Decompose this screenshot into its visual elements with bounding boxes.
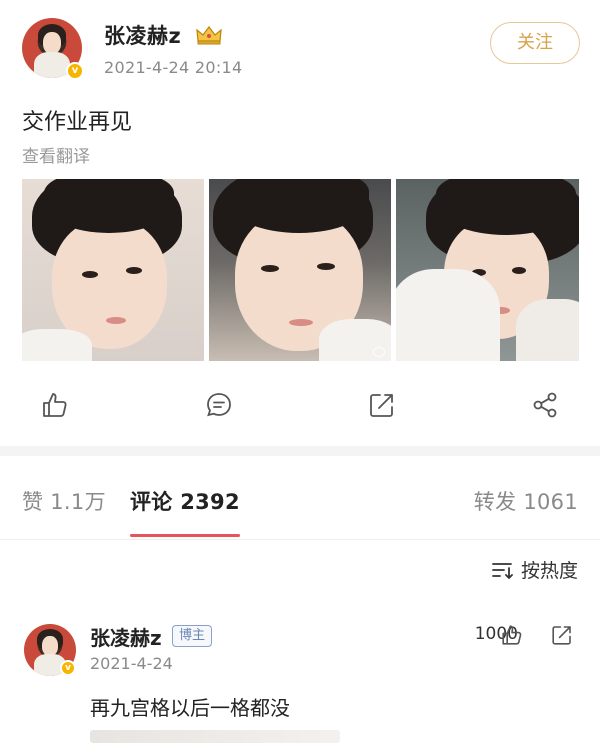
author-tag-badge: 博主 xyxy=(172,625,213,647)
share-icon[interactable] xyxy=(530,390,560,420)
comment-date: 2021-4-24 xyxy=(90,654,173,673)
tabs-divider xyxy=(0,539,600,540)
post-author-name[interactable]: 张凌赫z xyxy=(104,20,181,50)
tab-reposts[interactable]: 转发 1061 xyxy=(474,486,578,516)
post-photo-2[interactable] xyxy=(209,179,391,361)
sort-label: 按热度 xyxy=(520,560,578,582)
comment-text: 再九宫格以后一格都没 xyxy=(90,696,290,720)
sort-icon xyxy=(492,562,513,579)
sort-control[interactable]: 按热度 xyxy=(491,556,578,582)
post-photo-3[interactable] xyxy=(396,179,579,361)
interaction-tabs: 赞 1.1万 评论 2392 转发 1061 xyxy=(0,470,600,540)
watermark-icon xyxy=(373,347,385,357)
tab-comments[interactable]: 评论 2392 xyxy=(130,486,240,516)
comment-repost-icon[interactable] xyxy=(550,623,574,647)
comment-image-preview[interactable] xyxy=(90,730,340,743)
comment-like-icon[interactable] xyxy=(500,623,524,647)
post-timestamp: 2021-4-24 20:14 xyxy=(104,58,243,77)
post-header: v 张凌赫z 2021-4-24 20:14 关注 xyxy=(22,14,582,84)
avatar-robe xyxy=(34,52,70,78)
verified-badge-icon: v xyxy=(60,660,76,676)
avatar-face xyxy=(43,32,61,54)
follow-button[interactable]: 关注 xyxy=(490,22,580,64)
comment-item: v 张凌赫z 博主 2021-4-24 1000 再九宫格以后一格都没 xyxy=(22,618,582,743)
crown-icon xyxy=(196,26,222,45)
avatar-face xyxy=(42,636,58,656)
active-tab-indicator xyxy=(130,534,240,537)
post-action-bar xyxy=(0,380,600,432)
post-photo-1[interactable] xyxy=(22,179,204,361)
translate-link[interactable]: 查看翻译 xyxy=(22,142,90,167)
post-text: 交作业再见 xyxy=(22,110,133,135)
comment-icon[interactable] xyxy=(204,390,234,420)
verified-badge-icon: v xyxy=(66,62,84,80)
comment-author-name[interactable]: 张凌赫z xyxy=(90,622,162,651)
photo-grid xyxy=(22,179,579,361)
like-icon[interactable] xyxy=(40,390,70,420)
tab-likes[interactable]: 赞 1.1万 xyxy=(22,486,106,516)
repost-icon[interactable] xyxy=(367,390,397,420)
section-divider xyxy=(0,446,600,456)
